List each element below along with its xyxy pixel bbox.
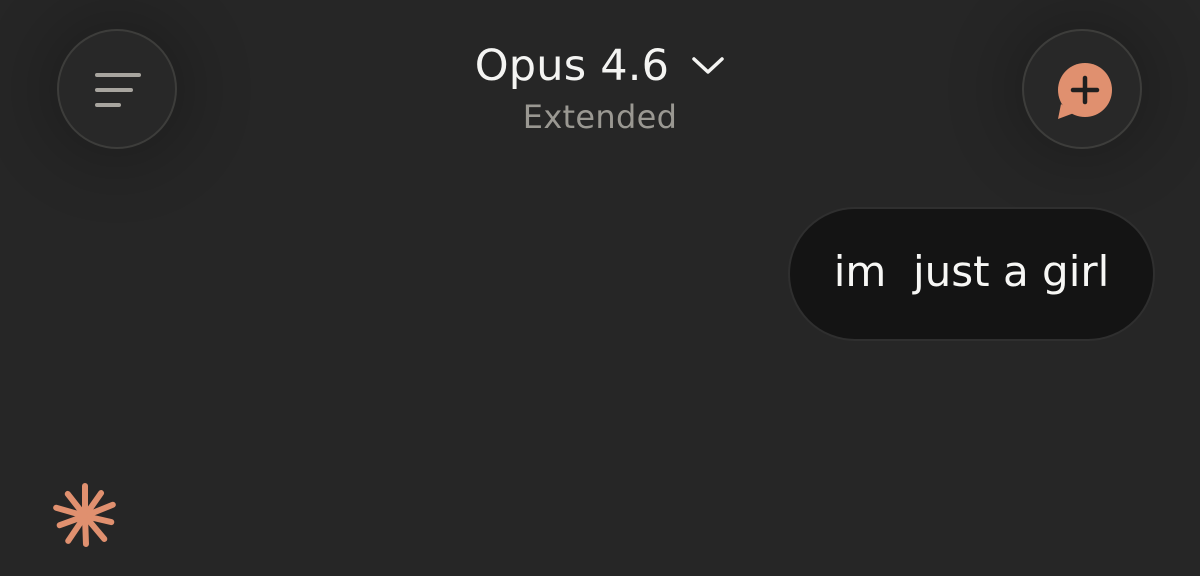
new-chat-icon [1058, 63, 1112, 119]
user-message-bubble: im just a girl [788, 207, 1155, 341]
model-row[interactable]: Opus 4.6 [475, 38, 725, 94]
menu-button[interactable] [57, 29, 177, 149]
menu-icon [95, 73, 141, 107]
assistant-response-indicator [50, 481, 120, 555]
chat-screen: Opus 4.6 Extended im just a girl [0, 0, 1200, 576]
model-selector[interactable]: Opus 4.6 Extended [400, 38, 800, 136]
new-chat-button[interactable] [1022, 29, 1142, 149]
chevron-down-icon [692, 57, 724, 74]
user-message-text: im just a girl [833, 246, 1110, 296]
model-name: Opus 4.6 [474, 41, 670, 91]
mode-label: Extended [522, 98, 678, 136]
spark-icon [53, 483, 116, 547]
